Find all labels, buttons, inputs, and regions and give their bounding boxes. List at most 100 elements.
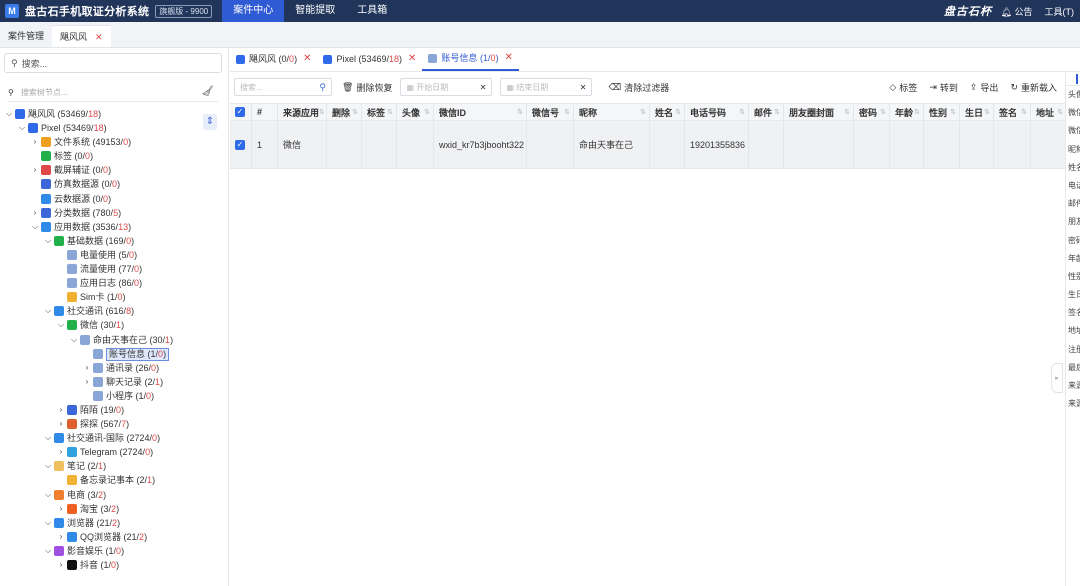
tree-node[interactable]: › 分类数据 (780/5) xyxy=(0,206,228,220)
sort-icon[interactable]: ⇅ xyxy=(352,108,358,116)
column-header[interactable]: 签名 ⇅ xyxy=(994,104,1031,120)
case-manage-tab[interactable]: 案件管理 xyxy=(0,25,52,47)
chevron-down-icon[interactable]: ⌵ xyxy=(17,121,27,135)
chevron-right-icon[interactable]: › xyxy=(56,417,66,431)
row-checkbox[interactable]: ✓ xyxy=(235,139,245,150)
start-date-input[interactable]: ▦ 开始日期 ✕ xyxy=(400,78,493,96)
reload-button[interactable]: ↻ 重新载入 xyxy=(1010,81,1057,94)
column-header[interactable]: 来源应用 ⇅ xyxy=(278,104,327,120)
sort-icon[interactable]: ⇅ xyxy=(517,108,523,116)
sort-icon[interactable]: ⇅ xyxy=(675,108,681,116)
tree-node[interactable]: 云数据源 (0/0) xyxy=(0,192,228,206)
column-header[interactable]: 朋友圈封面 ⇅ xyxy=(784,104,854,120)
tree-node[interactable]: › QQ浏览器 (21/2) xyxy=(0,530,228,544)
close-icon[interactable]: ✕ xyxy=(504,46,512,70)
tree-node[interactable]: ⌵ 应用数据 (3536/13) xyxy=(0,220,228,234)
column-header[interactable]: 密码 ⇅ xyxy=(854,104,890,120)
side-panel-item[interactable]: 密码 xyxy=(1066,232,1080,250)
side-panel-item[interactable]: 电话 xyxy=(1066,177,1080,195)
export-button[interactable]: ⇪ 导出 xyxy=(970,81,999,94)
tree-node[interactable]: ⌵ 命由天事在己 (30/1) xyxy=(0,333,228,347)
column-header[interactable]: 微信号 ⇅ xyxy=(527,104,574,120)
clear-broom-icon[interactable]: 🧹︎ xyxy=(201,86,214,97)
tree-node[interactable]: 标签 (0/0) xyxy=(0,149,228,163)
sort-icon[interactable]: ⇅ xyxy=(387,108,393,116)
tag-button[interactable]: ◇ 标签 xyxy=(889,81,917,94)
chevron-down-icon[interactable]: ⌵ xyxy=(4,107,14,121)
chevron-right-icon[interactable]: › xyxy=(56,403,66,417)
search-input[interactable]: ⚲ 搜索... xyxy=(4,53,222,73)
side-panel-item[interactable]: 年龄 xyxy=(1066,250,1080,268)
side-panel-item[interactable]: 微信 xyxy=(1066,104,1080,122)
tree-node[interactable]: › 截屏辅证 (0/0) xyxy=(0,163,228,177)
chevron-down-icon[interactable]: ⌵ xyxy=(56,318,66,332)
chevron-right-icon[interactable]: › xyxy=(30,206,40,220)
side-panel-item[interactable]: 性别 xyxy=(1066,268,1080,286)
tree-node[interactable]: ⌵ 影音娱乐 (1/0) xyxy=(0,544,228,558)
column-header[interactable]: 年龄 ⇅ xyxy=(890,104,924,120)
chevron-down-icon[interactable]: ⌵ xyxy=(43,431,53,445)
side-panel-item[interactable]: 头像 xyxy=(1066,86,1080,104)
column-header[interactable]: 邮件 ⇅ xyxy=(749,104,784,120)
tree-node[interactable]: 小程序 (1/0) xyxy=(0,389,228,403)
tree-node[interactable]: ⌵ 社交通讯 (616/8) xyxy=(0,304,228,318)
side-panel-item[interactable]: 注册 xyxy=(1066,341,1080,359)
sort-icon[interactable]: ⇅ xyxy=(739,108,745,116)
tree-node[interactable]: ⌵ 基础数据 (169/0) xyxy=(0,234,228,248)
data-tab[interactable]: Pixel (53469/18) ✕ xyxy=(317,47,422,71)
column-header[interactable]: 微信ID ⇅ xyxy=(434,104,527,120)
sort-icon[interactable]: ⇅ xyxy=(914,108,920,116)
tree-node[interactable]: 电量使用 (5/0) xyxy=(0,248,228,262)
chevron-right-icon[interactable]: › xyxy=(82,375,92,389)
chevron-right-icon[interactable]: › xyxy=(30,163,40,177)
table-row[interactable]: ✓ 1 微信 wxid_kr7b3jbooht322 命由天事在己 19201355836 xyxy=(230,121,1067,169)
tree-node[interactable]: › 淘宝 (3/2) xyxy=(0,502,228,516)
side-panel-item[interactable]: 姓名 xyxy=(1066,159,1080,177)
column-header[interactable]: 性别 ⇅ xyxy=(924,104,960,120)
side-panel-item[interactable]: 昵称 xyxy=(1066,141,1080,159)
tree-node[interactable]: ⌵ 笔记 (2/1) xyxy=(0,459,228,473)
nav-case-center[interactable]: 案件中心 xyxy=(222,0,285,22)
chevron-right-icon[interactable]: › xyxy=(56,530,66,544)
tree-node[interactable]: › Telegram (2724/0) xyxy=(0,445,228,459)
sort-icon[interactable]: ⇅ xyxy=(774,108,780,116)
sort-icon[interactable]: ⇅ xyxy=(424,108,430,116)
column-header[interactable]: 标签 ⇅ xyxy=(362,104,397,120)
side-panel-item[interactable]: 最后 xyxy=(1066,359,1080,377)
column-header[interactable]: 姓名 ⇅ xyxy=(650,104,685,120)
sort-icon[interactable]: ⇅ xyxy=(640,108,646,116)
side-panel-item[interactable]: 朋友 xyxy=(1066,213,1080,231)
chevron-down-icon[interactable]: ⌵ xyxy=(43,544,53,558)
current-case-tab[interactable]: 飓风风 ✕ xyxy=(52,25,111,47)
chevron-right-icon[interactable]: › xyxy=(82,361,92,375)
data-tab[interactable]: 飓风风 (0/0) ✕ xyxy=(230,47,317,71)
side-panel-item[interactable]: 地址 xyxy=(1066,322,1080,340)
tree-node[interactable]: 仿真数据源 (0/0) xyxy=(0,177,228,191)
chevron-down-icon[interactable]: ⌵ xyxy=(43,304,53,318)
tree-node[interactable]: ⌵ 社交通讯-国际 (2724/0) xyxy=(0,431,228,445)
clear-filter-button[interactable]: ⌫ 清除过滤器 xyxy=(608,81,669,94)
chevron-down-icon[interactable]: ⌵ xyxy=(43,516,53,530)
column-header[interactable]: 昵称 ⇅ xyxy=(574,104,650,120)
side-panel-item[interactable]: 生日 xyxy=(1066,286,1080,304)
column-header[interactable]: 地址 ⇅ xyxy=(1031,104,1067,120)
close-icon[interactable]: ✕ xyxy=(303,47,311,71)
tree-node[interactable]: › 探探 (567/7) xyxy=(0,417,228,431)
tree-node[interactable]: 账号信息 (1/0) xyxy=(0,347,228,361)
chevron-down-icon[interactable]: ⌵ xyxy=(43,459,53,473)
tree-search-input[interactable]: ⚲ 搜索树节点... 🧹︎ xyxy=(8,84,218,102)
nav-toolbox[interactable]: 工具箱 xyxy=(346,0,398,22)
chevron-right-icon[interactable]: › xyxy=(56,558,66,572)
sort-icon[interactable]: ⇅ xyxy=(950,108,956,116)
chevron-down-icon[interactable]: ⌵ xyxy=(43,234,53,248)
column-header[interactable]: 删除 ⇅ xyxy=(327,104,362,120)
sort-icon[interactable]: ⇅ xyxy=(880,108,886,116)
select-all-checkbox[interactable]: ✓ xyxy=(235,107,245,117)
notice-button[interactable]: 🔔︎ 公告 xyxy=(1001,5,1033,18)
close-icon[interactable]: ✕ xyxy=(408,47,416,71)
chevron-right-icon[interactable]: › xyxy=(56,445,66,459)
side-panel-item[interactable]: 签名 xyxy=(1066,304,1080,322)
sort-icon[interactable]: ⇅ xyxy=(1021,108,1027,116)
data-tab[interactable]: 账号信息 (1/0) ✕ xyxy=(422,46,519,71)
sort-icon[interactable]: ⇅ xyxy=(564,108,570,116)
